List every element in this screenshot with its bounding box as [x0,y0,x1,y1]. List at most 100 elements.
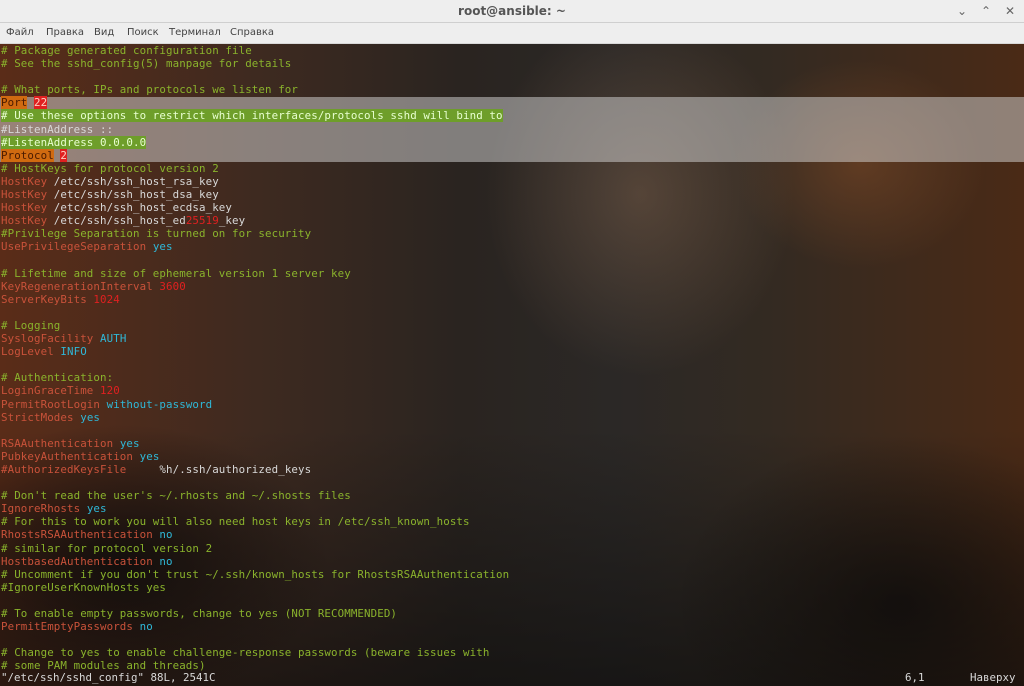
code-token: /etc/ssh/ssh_host_rsa_key [47,174,219,188]
code-token: no [139,620,153,634]
code-token: #AuthorizedKeysFile [1,463,127,476]
code-token: HostKey [1,174,48,188]
title-bar[interactable]: root@ansible: ~ ⌄ ⌃ ✕ [0,0,1024,23]
editor-line [1,424,509,437]
editor-line [1,358,509,371]
code-token: # Uncomment if you don't trust ~/.ssh/kn… [1,567,510,581]
code-token: # Use these options to restrict which in… [1,109,503,123]
code-token: no [159,554,173,568]
code-token: # Authentication: [1,371,114,385]
editor-line: KeyRegenerationInterval 3600 [1,280,509,293]
code-token: KeyRegenerationInterval [1,279,153,293]
editor-line: Protocol 2 [1,148,509,162]
code-token: #ListenAddress 0.0.0.0 [1,135,147,149]
code-token: RSAAuthentication [1,436,114,450]
code-token: # Don't read the user's ~/.rhosts and ~/… [1,489,351,503]
editor-line: HostKey /etc/ssh/ssh_host_ecdsa_key [1,201,509,214]
code-token: /etc/ssh/ssh_host_dsa_key [47,188,219,202]
window-title: root@ansible: ~ [458,4,566,18]
terminal-area[interactable]: # Package generated configuration file # … [0,44,1024,686]
code-token: #IgnoreUserKnownHosts yes [1,580,167,594]
code-token: # Package generated configuration file [1,44,252,57]
code-token: # What ports, IPs and protocols we liste… [1,83,299,97]
code-token: LogLevel [1,345,54,359]
code-token: Port [1,96,28,110]
code-token: yes [119,436,140,450]
menu-view[interactable]: Вид [94,23,114,43]
status-cursor-position: 6,1 [905,671,925,684]
code-token: # See the sshd_config(5) manpage for det… [1,57,292,71]
code-token: yes [80,410,101,424]
editor-line [1,594,509,607]
editor-line: # Uncomment if you don't trust ~/.ssh/kn… [1,568,509,581]
maximize-button[interactable]: ⌃ [978,3,994,19]
code-token: 3600 [159,279,186,293]
editor-line: PermitRootLogin without-password [1,398,509,411]
menu-search[interactable]: Поиск [127,23,159,43]
editor-line: PermitEmptyPasswords no [1,620,509,633]
editor-line: # Package generated configuration file [1,44,509,57]
editor-line: HostKey /etc/ssh/ssh_host_ed25519_key [1,214,509,227]
code-token: # similar for protocol version 2 [1,541,213,555]
code-token: # HostKeys for protocol version 2 [1,161,219,175]
code-token: 2 [60,148,68,162]
code-token: #ListenAddress :: [1,122,114,136]
editor-line: # Change to yes to enable challenge-resp… [1,646,509,659]
editor-line: # Use these options to restrict which in… [1,109,509,123]
editor-line [1,70,509,83]
editor-line: #IgnoreUserKnownHosts yes [1,581,509,594]
code-token: 25519 [185,214,219,228]
code-token: IgnoreRhosts [1,502,81,516]
code-token: 120 [100,384,120,398]
code-token: LoginGraceTime [1,384,94,398]
code-token: yes [86,502,107,516]
menu-file[interactable]: Файл [6,23,34,43]
editor-line: LogLevel INFO [1,345,509,358]
close-button[interactable]: ✕ [1002,3,1018,19]
code-token: HostKey [1,201,48,215]
editor-line: RhostsRSAAuthentication no [1,528,509,541]
editor-line: StrictModes yes [1,411,509,424]
editor-line: RSAAuthentication yes [1,437,509,450]
code-token: HostKey [1,214,48,228]
code-token: HostKey [1,188,48,202]
editor-line: ServerKeyBits 1024 [1,293,509,306]
editor-line: HostKey /etc/ssh/ssh_host_dsa_key [1,188,509,201]
code-token: HostbasedAuthentication [1,554,153,568]
code-token: PermitRootLogin [1,397,101,411]
editor-line: #AuthorizedKeysFile %h/.ssh/authorized_k… [1,463,509,476]
editor-line [1,633,509,646]
editor-line: HostKey /etc/ssh/ssh_host_rsa_key [1,175,509,188]
code-token: PermitEmptyPasswords [1,620,134,634]
editor-line: # HostKeys for protocol version 2 [1,162,509,175]
code-token: Protocol [1,148,54,162]
menu-help[interactable]: Справка [230,23,274,43]
status-scroll-position: Наверху [970,671,1016,684]
code-token: ServerKeyBits [1,292,87,306]
menu-edit[interactable]: Правка [46,23,84,43]
menu-terminal[interactable]: Терминал [169,23,221,43]
code-token: # For this to work you will also need ho… [1,515,470,529]
code-token: # Change to yes to enable challenge-resp… [1,646,490,660]
code-token: # Logging [1,318,61,332]
editor-line: SyslogFacility AUTH [1,332,509,345]
editor-line: # similar for protocol version 2 [1,542,509,555]
editor-line: # Authentication: [1,371,509,384]
editor-line [1,254,509,267]
code-token: 22 [34,96,48,110]
menu-bar: Файл Правка Вид Поиск Терминал Справка [0,23,1024,44]
minimize-button[interactable]: ⌄ [954,3,970,19]
editor-line: # What ports, IPs and protocols we liste… [1,83,509,96]
code-token: yes [139,449,160,463]
code-token: /etc/ssh/ssh_host_ecdsa_key [47,201,233,215]
editor-line: # See the sshd_config(5) manpage for det… [1,57,509,70]
editor-line [1,476,509,489]
code-token: # To enable empty passwords, change to y… [1,607,398,621]
code-token: PubkeyAuthentication [1,449,134,463]
status-file-info: "/etc/ssh/sshd_config" 88L, 2541C [1,671,216,684]
code-token: RhostsRSAAuthentication [1,528,153,542]
